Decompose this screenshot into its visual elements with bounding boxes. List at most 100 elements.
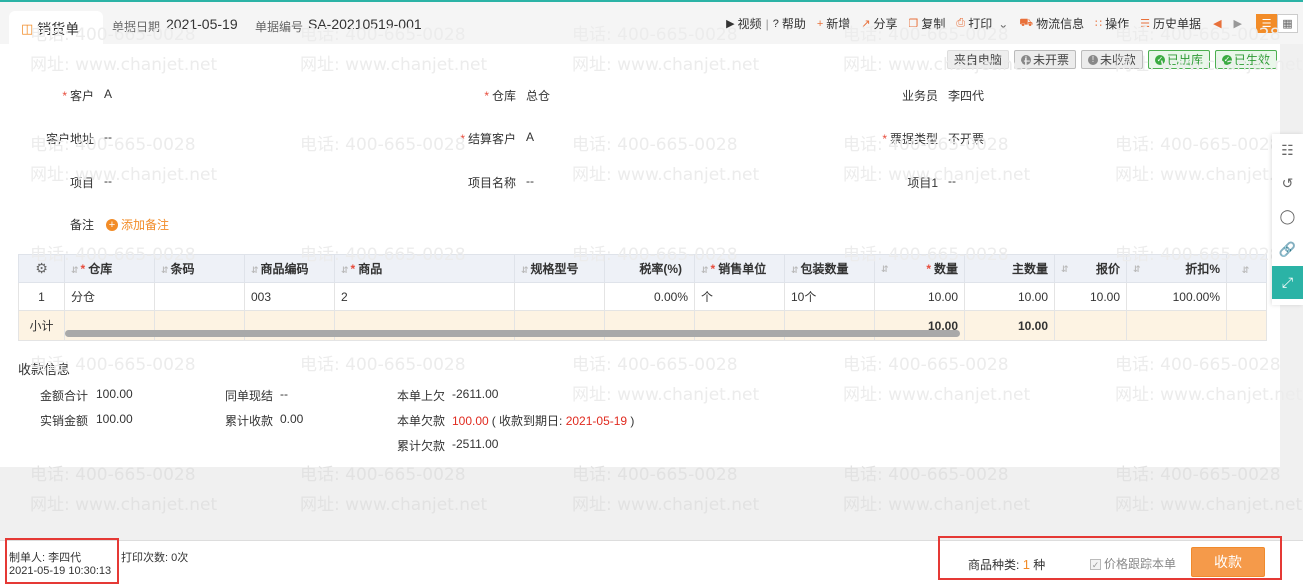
cell-price[interactable]: 10.00 [1054,282,1127,311]
column-header[interactable]: ⇵ * 数量 [874,254,965,283]
add-note-button[interactable]: + 添加备注 [106,216,169,233]
customer-value[interactable]: A [104,87,112,101]
maker-highlight-box [5,538,119,584]
side-toolbar: ☷ ↺ ◯ 🔗 ⤢ [1272,134,1303,305]
list-view-icon[interactable]: ☰ [1256,14,1277,33]
tab-title: 销货单 [37,20,80,37]
card-view-icon[interactable]: ▦ [1277,14,1298,33]
cell-pack[interactable]: 10个 [784,282,875,311]
print-count-value: 0次 [171,552,189,564]
column-header[interactable]: ⇵ 报价 [1054,254,1127,283]
watermark-text: 网址: www.chanjet.net [1115,495,1303,515]
salesman-value[interactable]: 李四代 [948,87,984,104]
sort-icon: ⇵ [791,265,799,275]
cell-spec[interactable] [514,282,605,311]
cell-product[interactable]: 2 [334,282,515,311]
cell-barcode[interactable] [154,282,245,311]
sort-icon: ⇵ [341,265,349,275]
horizontal-scrollbar[interactable] [65,330,960,337]
document-body: 来自电脑 ! 未开票 ! 未收款 ✓ 已出库 ✓ 已生效 * 客户 A * 仓库 总仓 业务… [0,44,1280,467]
cell-warehouse[interactable]: 分仓 [64,282,155,311]
column-header[interactable]: ⇵ * 商品 [334,254,515,283]
column-header[interactable]: 税率(%) [604,254,695,283]
row-index: 1 [18,282,65,311]
column-header[interactable]: ⇵ 条码 [154,254,245,283]
info-icon: ! [1020,54,1031,65]
share-button[interactable]: ↗ 分享 [861,15,897,32]
column-header[interactable]: ⇵ * 销售单位 [694,254,785,283]
sort-icon: ⇵ [1061,264,1069,274]
current-owed-value: 100.00 [452,414,489,428]
document-detail-icon[interactable]: ☷ [1272,134,1303,167]
settle-customer-value[interactable]: A [526,130,534,144]
print-button[interactable]: ⎙ 打印 ⌄ [956,15,1008,32]
sort-icon: ⇵ [1133,264,1141,274]
address-value[interactable]: -- [104,130,112,144]
owed-icon[interactable]: ◯ [1272,200,1303,233]
expand-icon[interactable]: ⤢ [1272,266,1303,299]
column-header[interactable]: ⇵ * 仓库 [64,254,155,283]
plus-icon: + [816,17,824,30]
copy-button[interactable]: ❐ 复制 [909,15,946,32]
history-button[interactable]: ☰ 历史单据 [1140,15,1201,32]
cash-value: -- [280,387,288,401]
history-record-icon[interactable]: ↺ [1272,167,1303,200]
copy-icon: ❐ [908,18,919,30]
watermark-text: 网址: www.chanjet.net [300,495,488,515]
date-value: 2021-05-19 [166,16,238,32]
product-table: ⚙ ⇵ * 仓库 ⇵ 条码 ⇵ 商品编码 ⇵ * 商品 ⇵ 规格型号 税率(%) ⇵ * 销售单位… [18,254,1267,341]
document-icon: ◫ [21,20,34,36]
column-header[interactable]: 主数量 [964,254,1055,283]
cell-unit[interactable]: 个 [694,282,785,311]
project-value[interactable]: -- [104,174,112,188]
due-date: 2021-05-19 [565,414,628,428]
column-settings-icon[interactable]: ⚙ [18,254,65,283]
tab-sales-order[interactable]: ◫ 销货单 [9,11,103,46]
cell-tax[interactable]: 0.00% [604,282,695,311]
cell-qty[interactable]: 10.00 [874,282,965,311]
divider: | [765,16,769,31]
status-badge-invoice: ! 未开票 [1013,50,1076,69]
check-icon: ✓ [1154,54,1165,65]
column-header[interactable]: ⇵ 包装数量 [784,254,875,283]
table-row[interactable]: 1 分仓 003 2 0.00% 个 10个 10.00 10.00 10.00… [18,282,1267,311]
attachment-icon[interactable]: 🔗 [1272,233,1303,266]
top-bar: ◫ 销货单 单据日期 2021-05-19 单据编号 SA-20210519-0… [0,0,1303,46]
previous-owed-value: -2611.00 [452,387,499,401]
invoice-type-value[interactable]: 不开票 [948,130,984,147]
add-button[interactable]: + 新增 [817,15,850,32]
sort-icon: ⇵ [521,265,529,275]
warehouse-value[interactable]: 总仓 [526,87,550,104]
date-label: 单据日期 [112,20,161,34]
receive-payment-button[interactable]: 收款 [1191,547,1265,577]
watermark-text: 网址: www.chanjet.net [843,495,1031,515]
cell-code[interactable]: 003 [244,282,335,311]
column-header[interactable]: ⇵ 商品编码 [244,254,335,283]
watermark-text: 网址: www.chanjet.net [30,495,218,515]
cell-discount[interactable]: 100.00% [1126,282,1227,311]
cell-main-qty[interactable]: 10.00 [964,282,1055,311]
play-icon: ▶ [726,18,735,30]
print-count-label: 打印次数: [121,552,169,564]
cumulative-owed-value: -2511.00 [452,437,499,451]
operate-button[interactable]: ∷ 操作 [1095,15,1129,32]
logistics-button[interactable]: ⛟ 物流信息 [1019,15,1084,32]
cumulative-received-value: 0.00 [280,412,304,426]
video-button[interactable]: ▶ 视频 [726,15,761,32]
total-amount-value: 100.00 [96,387,133,401]
sort-icon: ⇵ [161,265,169,275]
actual-amount-value: 100.00 [96,412,133,426]
project-name-value[interactable]: -- [526,174,534,188]
column-header[interactable]: ⇵ 折扣% [1126,254,1227,283]
check-icon: ✓ [1221,54,1232,65]
sort-icon: ⇵ [251,265,259,275]
cumulative-owed-label: 累计欠款 [397,439,446,453]
help-button[interactable]: ? 帮助 [773,15,806,32]
project1-value[interactable]: -- [948,174,956,188]
column-header[interactable]: ⇵ [1226,254,1267,283]
next-arrow-icon[interactable]: ▶ [1234,17,1242,30]
column-header[interactable]: ⇵ 规格型号 [514,254,605,283]
prev-arrow-icon[interactable]: ◀ [1213,17,1221,30]
truck-icon: ⛟ [1019,16,1034,29]
subtotal-main-qty: 10.00 [964,310,1055,341]
